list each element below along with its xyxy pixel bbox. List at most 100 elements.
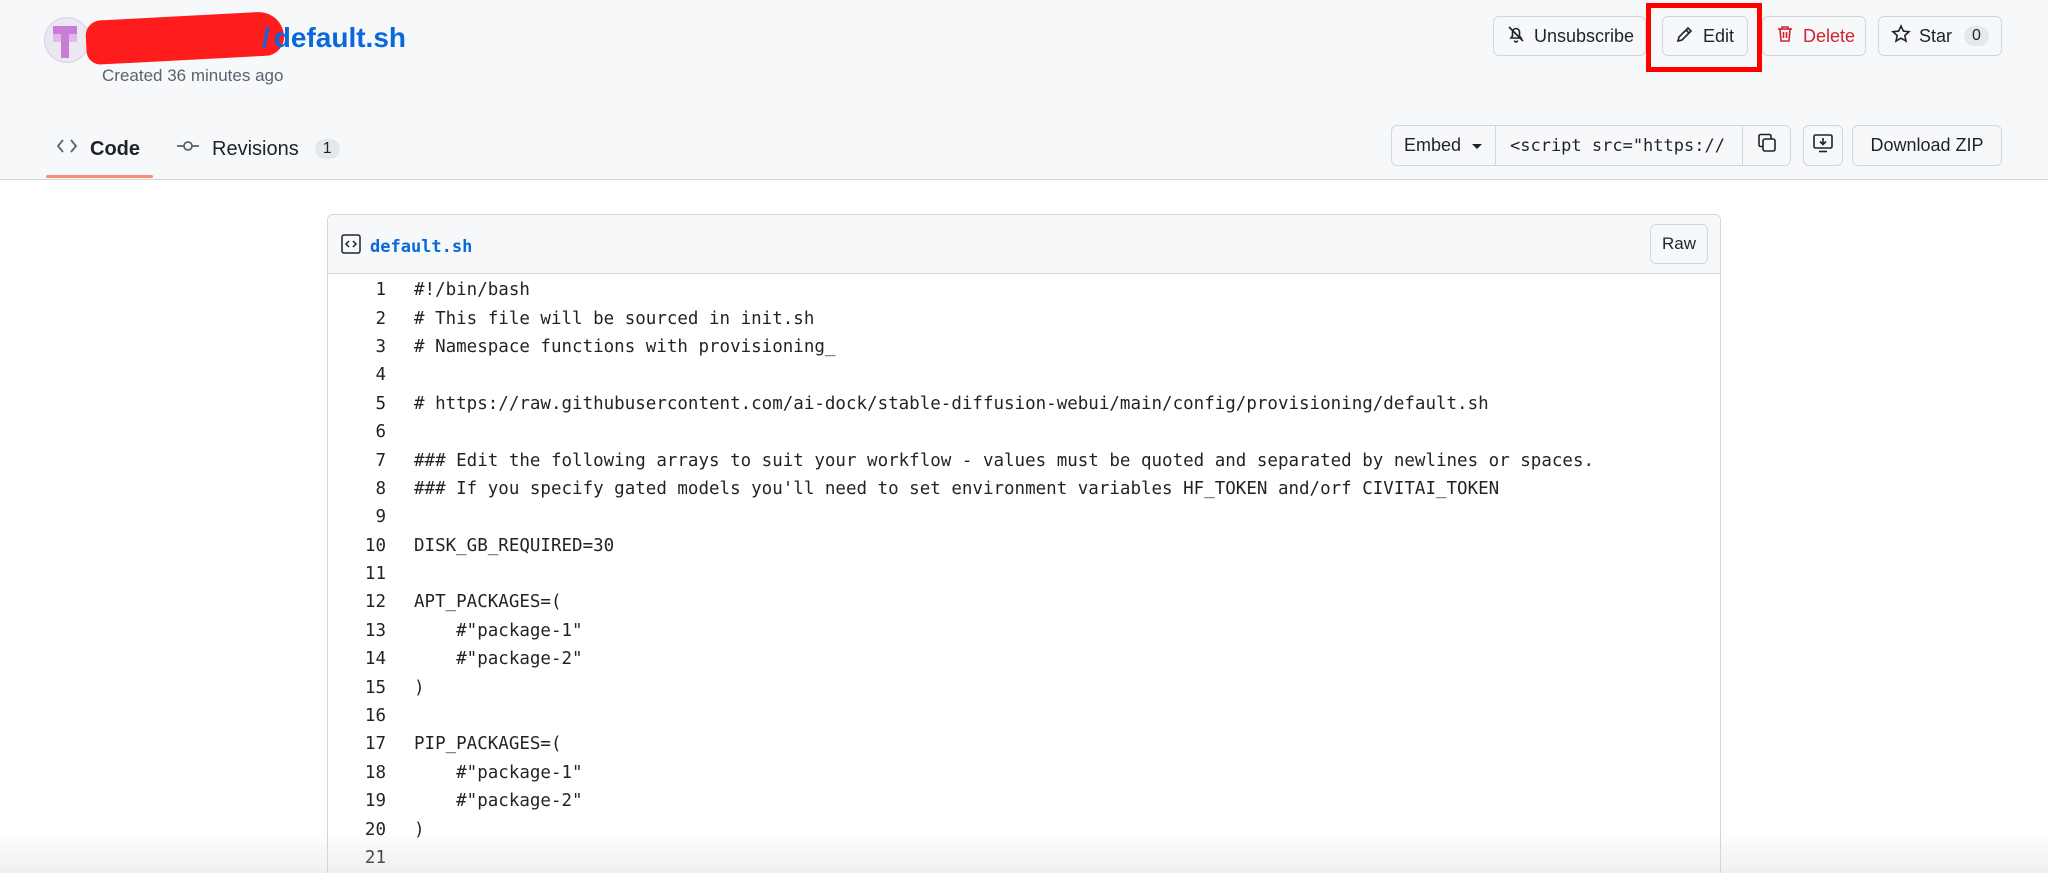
code-line: 2 # This file will be sourced in init.sh xyxy=(328,304,1720,332)
code-line: 8 ### If you specify gated models you'll … xyxy=(328,475,1720,503)
line-number[interactable]: 20 xyxy=(328,820,386,840)
line-content: ### Edit the following arrays to suit yo… xyxy=(414,450,1595,471)
line-content: #"package-1" xyxy=(414,762,583,783)
triangle-down-icon xyxy=(1471,135,1483,156)
gist-title[interactable]: / default.sh xyxy=(262,22,406,54)
bell-slash-icon xyxy=(1506,24,1526,49)
line-content: #"package-2" xyxy=(414,791,583,812)
copy-button[interactable] xyxy=(1743,126,1790,165)
line-content: #"package-2" xyxy=(414,649,583,670)
line-content: # https://raw.githubusercontent.com/ai-d… xyxy=(414,393,1489,414)
copy-icon xyxy=(1756,132,1778,159)
line-number[interactable]: 19 xyxy=(328,791,386,811)
code-line: 14 #"package-2" xyxy=(328,645,1720,673)
embed-group: Embed xyxy=(1391,125,1791,166)
redaction-mark xyxy=(84,10,286,66)
code-line: 12 APT_PACKAGES=( xyxy=(328,588,1720,616)
line-content: # This file will be sourced in init.sh xyxy=(414,308,815,329)
tab-revisions-label: Revisions xyxy=(212,137,299,160)
raw-button[interactable]: Raw xyxy=(1650,224,1708,264)
code-line: 21 xyxy=(328,844,1720,872)
created-timestamp: Created 36 minutes ago xyxy=(102,66,284,85)
line-content: DISK_GB_REQUIRED=30 xyxy=(414,535,615,556)
line-number[interactable]: 21 xyxy=(328,848,386,868)
line-number[interactable]: 15 xyxy=(328,678,386,698)
gist-filename-link[interactable]: default.sh xyxy=(274,22,406,53)
code-icon xyxy=(56,136,78,162)
line-number[interactable]: 3 xyxy=(328,337,386,357)
line-content: # Namespace functions with provisioning_ xyxy=(414,336,836,357)
line-number[interactable]: 13 xyxy=(328,621,386,641)
revisions-count: 1 xyxy=(314,139,340,159)
code-line: 9 xyxy=(328,503,1720,531)
desktop-download-icon xyxy=(1812,132,1834,159)
line-number[interactable]: 4 xyxy=(328,365,386,385)
file-name-link[interactable]: default.sh xyxy=(340,233,472,260)
line-number[interactable]: 14 xyxy=(328,649,386,669)
line-content: ### If you specify gated models you'll n… xyxy=(414,478,1500,499)
line-content: #"package-1" xyxy=(414,620,583,641)
embed-select[interactable]: Embed xyxy=(1392,126,1496,165)
line-number[interactable]: 1 xyxy=(328,280,386,300)
edit-label: Edit xyxy=(1703,25,1735,46)
line-number[interactable]: 17 xyxy=(328,734,386,754)
tab-code[interactable]: Code xyxy=(56,120,140,178)
line-content: PIP_PACKAGES=( xyxy=(414,734,562,755)
code-view: 1 #!/bin/bash 2 # This file will be sourced… xyxy=(328,274,1720,872)
code-line: 3 # Namespace functions with provisioning… xyxy=(328,333,1720,361)
line-content: APT_PACKAGES=( xyxy=(414,592,562,613)
pencil-icon xyxy=(1675,24,1695,49)
line-number[interactable]: 9 xyxy=(328,507,386,527)
unsubscribe-button[interactable]: Unsubscribe xyxy=(1493,16,1646,56)
line-number[interactable]: 11 xyxy=(328,564,386,584)
line-content: #!/bin/bash xyxy=(414,280,530,301)
code-line: 16 xyxy=(328,702,1720,730)
code-line: 4 xyxy=(328,361,1720,389)
code-line: 6 xyxy=(328,418,1720,446)
line-number[interactable]: 12 xyxy=(328,592,386,612)
embed-select-label: Embed xyxy=(1404,135,1462,155)
line-number[interactable]: 16 xyxy=(328,706,386,726)
star-label: Star xyxy=(1919,25,1953,46)
line-content: ) xyxy=(414,677,425,698)
line-number[interactable]: 10 xyxy=(328,536,386,556)
tab-code-label: Code xyxy=(90,137,140,160)
download-zip-button[interactable]: Download ZIP xyxy=(1852,125,2002,166)
gist-header: / default.sh Created 36 minutes ago Unsub… xyxy=(0,0,2048,180)
open-with-desktop-button[interactable] xyxy=(1803,125,1843,166)
delete-button[interactable]: Delete xyxy=(1762,16,1866,56)
code-line: 19 #"package-2" xyxy=(328,787,1720,815)
code-line: 10 DISK_GB_REQUIRED=30 xyxy=(328,532,1720,560)
line-number[interactable]: 18 xyxy=(328,763,386,783)
line-number[interactable]: 2 xyxy=(328,309,386,329)
line-content: ) xyxy=(414,819,425,840)
code-line: 7 ### Edit the following arrays to suit y… xyxy=(328,446,1720,474)
code-line: 11 xyxy=(328,560,1720,588)
delete-label: Delete xyxy=(1803,25,1856,46)
embed-code-input[interactable] xyxy=(1496,126,1743,165)
tab-revisions[interactable]: Revisions 1 xyxy=(176,120,340,178)
file-name-label: default.sh xyxy=(370,236,473,257)
code-line: 18 #"package-1" xyxy=(328,759,1720,787)
git-commit-icon xyxy=(176,136,200,162)
active-tab-indicator xyxy=(46,175,153,178)
star-icon xyxy=(1891,23,1911,49)
line-number[interactable]: 8 xyxy=(328,479,386,499)
line-number[interactable]: 7 xyxy=(328,451,386,471)
file-container: default.sh Raw 1 #!/bin/bash 2 # This file … xyxy=(327,214,1721,873)
code-line: 13 #"package-1" xyxy=(328,617,1720,645)
code-line: 20) xyxy=(328,815,1720,843)
code-line: 1 #!/bin/bash xyxy=(328,276,1720,304)
line-number[interactable]: 6 xyxy=(328,422,386,442)
file-header: default.sh Raw xyxy=(328,215,1720,274)
line-number[interactable]: 5 xyxy=(328,394,386,414)
code-line: 17 PIP_PACKAGES=( xyxy=(328,730,1720,758)
avatar[interactable] xyxy=(44,17,90,63)
file-code-icon xyxy=(340,233,362,260)
star-count: 0 xyxy=(1964,26,1989,46)
code-line: 15) xyxy=(328,673,1720,701)
title-separator: / xyxy=(262,22,270,53)
edit-button[interactable]: Edit xyxy=(1662,16,1748,56)
star-button[interactable]: Star 0 xyxy=(1878,16,2002,56)
unsubscribe-label: Unsubscribe xyxy=(1534,25,1635,46)
